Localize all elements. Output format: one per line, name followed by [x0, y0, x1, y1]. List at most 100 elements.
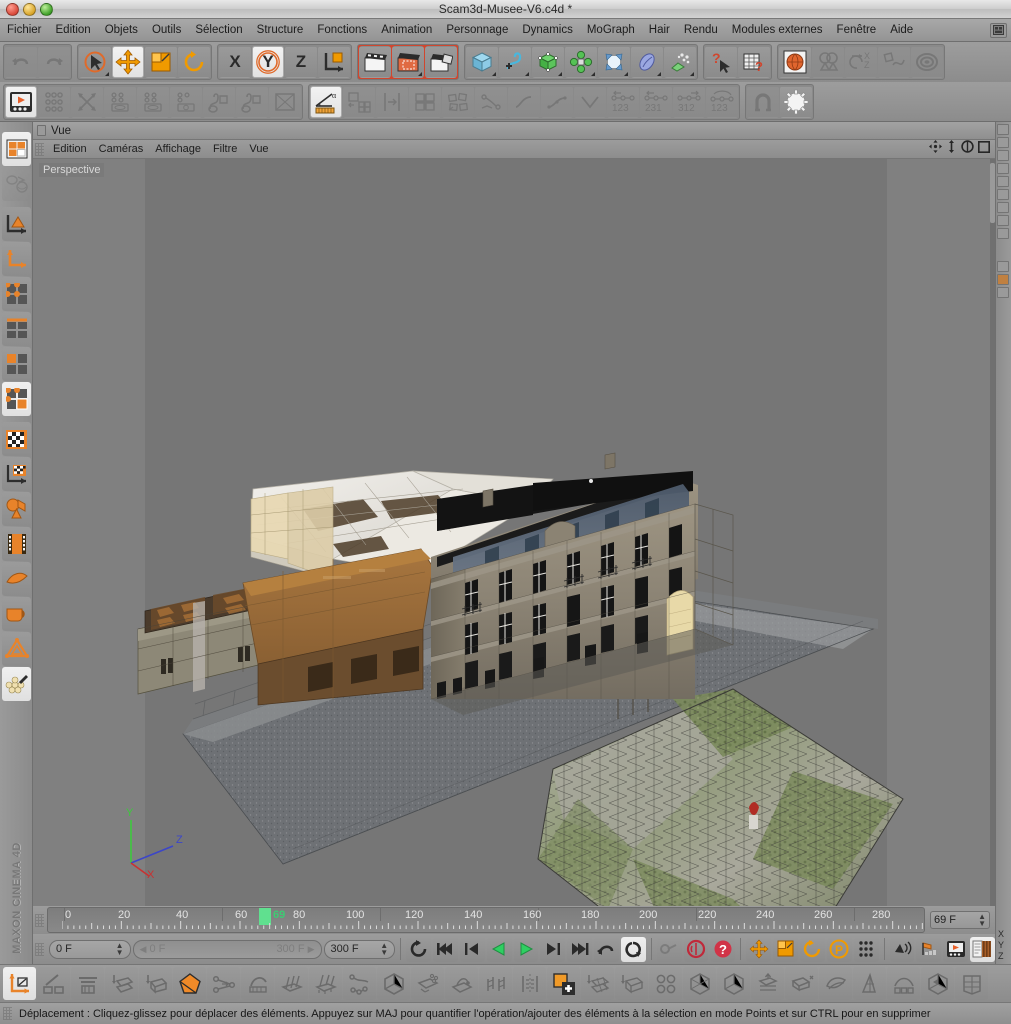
- set-first-point-button[interactable]: 312: [673, 85, 705, 118]
- menu-item-fenetre[interactable]: Fenêtre: [830, 22, 884, 38]
- menu-item-edition[interactable]: Edition: [49, 22, 98, 38]
- go-to-start-button[interactable]: [433, 936, 458, 962]
- scene-object-options-corner[interactable]: [657, 72, 661, 76]
- model-mode-button[interactable]: [2, 132, 31, 166]
- magnet-button[interactable]: [747, 85, 779, 118]
- extrude-inner-button[interactable]: [71, 967, 104, 1000]
- point-level-anim-button[interactable]: [269, 85, 301, 118]
- measure-construct-button[interactable]: α: [310, 85, 342, 118]
- hyper-nurbs-button[interactable]: [532, 46, 564, 78]
- record-rotation-button[interactable]: [799, 936, 825, 962]
- split-button[interactable]: [615, 967, 648, 1000]
- deformer-button[interactable]: [598, 46, 630, 78]
- world-object-coordinate-button[interactable]: [318, 46, 350, 78]
- viewport-3d-canvas[interactable]: Perspective Y Z X: [33, 159, 995, 906]
- close-polygon-hole-button[interactable]: [377, 967, 410, 1000]
- object-manager-row[interactable]: [997, 163, 1009, 174]
- weld-button[interactable]: [445, 967, 478, 1000]
- array-button[interactable]: [565, 46, 597, 78]
- menu-item-outils[interactable]: Outils: [145, 22, 188, 38]
- deformer-options-corner[interactable]: [624, 72, 628, 76]
- play-backwards-button[interactable]: [486, 936, 512, 962]
- align-normals-button[interactable]: [887, 967, 920, 1000]
- record-link-button[interactable]: [656, 936, 682, 962]
- dolly-icon[interactable]: [946, 140, 957, 158]
- sort-sequence-button[interactable]: 123: [706, 85, 738, 118]
- polygon-pen-button[interactable]: [173, 967, 206, 1000]
- menu-item-fonctions[interactable]: Fonctions: [310, 22, 374, 38]
- menu-item-objets[interactable]: Objets: [98, 22, 145, 38]
- next-frame-button[interactable]: [540, 936, 566, 962]
- spline-smooth-button[interactable]: [508, 85, 540, 118]
- timeline-ruler[interactable]: 0 20 40 60 80 100 120 140 160 180 200 22…: [47, 907, 925, 933]
- autokeying-button[interactable]: [683, 936, 709, 962]
- context-help-button[interactable]: ?: [705, 46, 737, 78]
- deformer-enable-button[interactable]: [2, 562, 31, 596]
- texture-axis-mode-button[interactable]: [2, 457, 31, 491]
- arrange-button[interactable]: [343, 85, 375, 118]
- disconnect-button[interactable]: [785, 967, 818, 1000]
- texture-mode-button[interactable]: [2, 422, 31, 456]
- slide-button[interactable]: [581, 967, 614, 1000]
- play-mode-button[interactable]: [943, 936, 969, 962]
- subdivide-button[interactable]: [649, 967, 682, 1000]
- particles-options-corner[interactable]: [690, 72, 694, 76]
- viewport-tab-label[interactable]: Vue: [51, 125, 71, 137]
- viewport-solo-button[interactable]: [2, 632, 31, 666]
- lock-y-button[interactable]: Y: [252, 46, 284, 78]
- render-settings-button[interactable]: [425, 46, 457, 78]
- material-swatch[interactable]: [997, 274, 1009, 285]
- scale-key-button[interactable]: [137, 85, 169, 118]
- rotate-icon[interactable]: [961, 140, 974, 158]
- nurbs-options-corner[interactable]: [558, 72, 562, 76]
- set-point-value-button[interactable]: [955, 967, 988, 1000]
- viewport-menu-edition[interactable]: Edition: [47, 142, 93, 156]
- viewport-menu-vue[interactable]: Vue: [243, 142, 274, 156]
- rotate-tool-button[interactable]: [178, 46, 210, 78]
- render-region-options-corner[interactable]: [418, 72, 422, 76]
- render-view-button[interactable]: [359, 46, 391, 78]
- sound-button[interactable]: [889, 936, 915, 962]
- menu-item-personnage[interactable]: Personnage: [439, 22, 515, 38]
- optimize-button[interactable]: [751, 967, 784, 1000]
- center-button[interactable]: [376, 85, 408, 118]
- world-axis-mode-button[interactable]: [2, 242, 31, 276]
- filmstrip-button[interactable]: [2, 527, 31, 561]
- paint-tool-button[interactable]: [2, 667, 31, 701]
- content-browser-button[interactable]: ?: [738, 46, 770, 78]
- spline-angle-button[interactable]: [574, 85, 606, 118]
- loop-preview-button[interactable]: [406, 936, 431, 962]
- axis-modification-button[interactable]: [71, 85, 103, 118]
- object-manager-row[interactable]: [997, 176, 1009, 187]
- untriangulate-button[interactable]: [717, 967, 750, 1000]
- menu-item-fichier[interactable]: Fichier: [0, 22, 49, 38]
- extrude-button[interactable]: [139, 967, 172, 1000]
- menu-item-modules-externes[interactable]: Modules externes: [725, 22, 830, 38]
- polygon-mode-button[interactable]: [2, 347, 31, 381]
- layout-switch-icon[interactable]: [990, 22, 1007, 38]
- level-of-detail-button[interactable]: [916, 936, 942, 962]
- pla-key-button[interactable]: [236, 85, 268, 118]
- tool-options-corner[interactable]: [105, 72, 109, 76]
- undo-button[interactable]: [5, 46, 37, 78]
- timeline-window-button[interactable]: [970, 936, 995, 962]
- add-point-button[interactable]: [547, 967, 580, 1000]
- animate-mode-button[interactable]: [2, 167, 31, 201]
- next-key-button[interactable]: [594, 936, 619, 962]
- range-right-arrow-icon[interactable]: ▶: [308, 944, 315, 955]
- metaball-button[interactable]: [911, 46, 943, 78]
- maximize-icon[interactable]: [978, 140, 990, 158]
- rotation-key-button[interactable]: [170, 85, 202, 118]
- boole-button[interactable]: [812, 46, 844, 78]
- redo-button[interactable]: [38, 46, 70, 78]
- current-frame-spinner[interactable]: ▲ ▼: [116, 942, 124, 957]
- attribute-manager-row[interactable]: [997, 287, 1009, 298]
- scene-object-button[interactable]: [631, 46, 663, 78]
- reverse-sequence-button[interactable]: 123: [607, 85, 639, 118]
- object-manager-row[interactable]: [997, 228, 1009, 239]
- object-manager-row[interactable]: [997, 189, 1009, 200]
- tweak-mode-button[interactable]: [2, 597, 31, 631]
- connect-points-button[interactable]: [207, 967, 240, 1000]
- go-to-end-button[interactable]: [567, 936, 593, 962]
- viewport-menu-affichage[interactable]: Affichage: [149, 142, 207, 156]
